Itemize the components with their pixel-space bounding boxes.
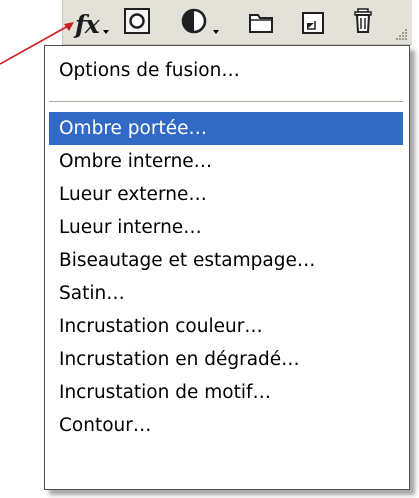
fx-icon: fx — [75, 10, 100, 39]
menu-item-stroke[interactable]: Contour… — [49, 409, 403, 442]
menu-item-outer-glow[interactable]: Lueur externe… — [49, 178, 403, 211]
adjustment-layer-icon — [181, 8, 219, 34]
new-group-button[interactable] — [243, 6, 279, 38]
add-layer-mask-button[interactable] — [119, 6, 155, 38]
menu-item-bevel-emboss[interactable]: Biseautage et estampage… — [49, 244, 403, 277]
layers-panel-toolbar: fx — [62, 0, 412, 45]
trash-icon — [354, 8, 372, 33]
new-adjustment-layer-button[interactable] — [179, 6, 223, 38]
fx-button[interactable]: fx — [63, 6, 111, 39]
menu-item-inner-glow[interactable]: Lueur interne… — [49, 211, 403, 244]
new-layer-button[interactable] — [293, 6, 329, 38]
menu-item-inner-shadow[interactable]: Ombre interne… — [49, 145, 403, 178]
menu-item-color-overlay[interactable]: Incrustation couleur… — [49, 310, 403, 343]
blending-options-menu: Options de fusion… Ombre portée… Ombre i… — [44, 45, 410, 490]
new-layer-icon — [302, 12, 324, 34]
dropdown-triangle-icon — [103, 30, 109, 34]
resize-grip-icon[interactable] — [396, 28, 408, 40]
layer-mask-icon — [124, 8, 150, 34]
menu-item-gradient-overlay[interactable]: Incrustation en dégradé… — [49, 343, 403, 376]
folder-icon — [249, 14, 273, 33]
menu-item-pattern-overlay[interactable]: Incrustation de motif… — [49, 376, 403, 409]
menu-separator — [49, 101, 403, 103]
menu-item-drop-shadow[interactable]: Ombre portée… — [49, 112, 403, 145]
menu-item-satin[interactable]: Satin… — [49, 277, 403, 310]
delete-layer-button[interactable] — [345, 6, 381, 38]
menu-item-blending-options[interactable]: Options de fusion… — [49, 54, 403, 87]
